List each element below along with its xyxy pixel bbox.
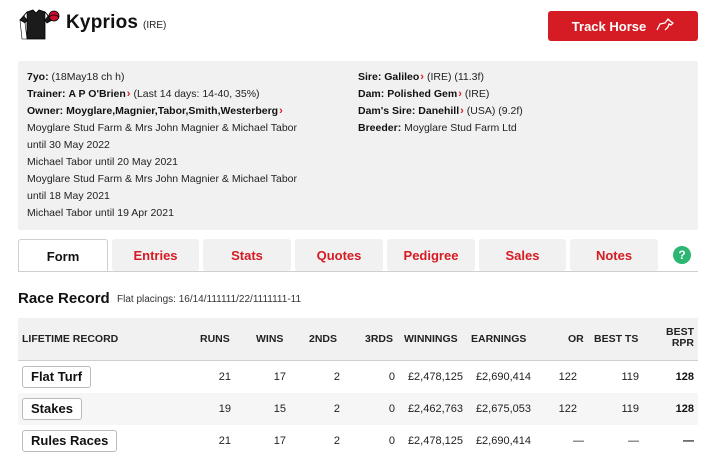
age-line: 7yo: (18May18 ch h)	[27, 71, 125, 83]
table-row: Stakes 19 15 2 0 £2,462,763 £2,675,053 1…	[18, 393, 698, 425]
horse-icon	[656, 17, 674, 35]
owner-history: Moyglare Stud Farm & Mrs John Magnier & …	[27, 173, 297, 185]
or-cell: 122	[558, 403, 577, 415]
damsire-line: Dam's Sire: Danehill› (USA) (9.2f)	[358, 105, 523, 117]
or-cell: —	[573, 435, 584, 447]
table-row: Rules Races 21 17 2 0 £2,478,125 £2,690,…	[18, 425, 698, 457]
col-or: OR	[568, 333, 584, 345]
jockey-silks-icon	[18, 8, 60, 40]
winnings-cell: £2,478,125	[407, 435, 463, 447]
col-best-rpr: BEST RPR	[665, 326, 694, 349]
dam-line: Dam: Polished Gem› (IRE)	[358, 88, 490, 100]
dam-link[interactable]: Polished Gem	[387, 88, 457, 100]
breeder-line: Breeder: Moyglare Stud Farm Ltd	[358, 122, 517, 134]
horse-info-panel: 7yo: (18May18 ch h) Trainer: A P O'Brien…	[18, 61, 698, 230]
earnings-cell: £2,675,053	[475, 403, 531, 415]
seconds-cell: 2	[333, 435, 340, 447]
chevron-right-icon: ›	[126, 88, 131, 100]
horse-name: Kyprios	[66, 12, 139, 33]
tab-sales[interactable]: Sales	[479, 239, 566, 271]
help-icon[interactable]: ?	[673, 246, 691, 264]
owner-history: until 30 May 2022	[27, 139, 110, 151]
tab-stats[interactable]: Stats	[203, 239, 291, 271]
seconds-cell: 2	[333, 403, 340, 415]
wins-cell: 15	[273, 403, 286, 415]
seconds-cell: 2	[333, 371, 340, 383]
horse-country: (IRE)	[143, 20, 167, 31]
best-ts-cell: —	[628, 435, 639, 447]
wins-cell: 17	[273, 371, 286, 383]
owner-history: Michael Tabor until 20 May 2021	[27, 156, 178, 168]
tab-divider	[18, 271, 698, 272]
earnings-cell: £2,690,414	[475, 435, 531, 447]
col-wins: WINS	[256, 333, 284, 345]
or-cell: 122	[558, 371, 577, 383]
col-winnings: WINNINGS	[404, 333, 458, 345]
runs-cell: 19	[218, 403, 231, 415]
table-row: Flat Turf 21 17 2 0 £2,478,125 £2,690,41…	[18, 361, 698, 393]
owner-line: Owner: Moyglare,Magnier,Tabor,Smith,West…	[27, 105, 283, 117]
best-rpr-cell: —	[683, 435, 694, 447]
flat-placings: Flat placings: 16/14/111111/22/1111111-1…	[117, 294, 302, 305]
owner-history: until 18 May 2021	[27, 190, 110, 202]
track-horse-button[interactable]: Track Horse	[548, 11, 698, 41]
damsire-link[interactable]: Danehill	[418, 105, 459, 117]
best-rpr-cell: 128	[675, 403, 694, 415]
sire-link[interactable]: Galileo	[384, 71, 419, 83]
runs-cell: 21	[218, 371, 231, 383]
owner-link[interactable]: Moyglare,Magnier,Tabor,Smith,Westerberg	[66, 105, 278, 117]
tab-pedigree[interactable]: Pedigree	[387, 239, 475, 271]
table-header: LIFETIME RECORD RUNS WINS 2NDS 3RDS WINN…	[18, 318, 698, 361]
thirds-cell: 0	[388, 371, 395, 383]
record-type-button[interactable]: Flat Turf	[22, 366, 92, 388]
col-lifetime-record: LIFETIME RECORD	[22, 333, 119, 345]
best-ts-cell: 119	[621, 403, 639, 415]
winnings-cell: £2,462,763	[407, 403, 463, 415]
owner-history: Michael Tabor until 19 Apr 2021	[27, 207, 174, 219]
col-best-ts: BEST TS	[594, 333, 639, 345]
tab-quotes[interactable]: Quotes	[295, 239, 383, 271]
thirds-cell: 0	[388, 403, 395, 415]
trainer-link[interactable]: A P O'Brien	[68, 88, 125, 100]
best-rpr-cell: 128	[675, 371, 694, 383]
owner-history: Moyglare Stud Farm & Mrs John Magnier & …	[27, 122, 297, 134]
thirds-cell: 0	[388, 435, 395, 447]
col-earnings: EARNINGS	[471, 333, 527, 345]
record-type-button[interactable]: Stakes	[22, 398, 82, 420]
track-horse-label: Track Horse	[571, 18, 647, 34]
runs-cell: 21	[218, 435, 231, 447]
chevron-right-icon: ›	[458, 88, 462, 100]
winnings-cell: £2,478,125	[407, 371, 463, 383]
chevron-right-icon: ›	[420, 71, 424, 83]
earnings-cell: £2,690,414	[475, 371, 531, 383]
race-record-title: Race Record	[18, 290, 110, 307]
record-type-button[interactable]: Rules Races	[22, 430, 118, 452]
tab-notes[interactable]: Notes	[570, 239, 658, 271]
col-2nds: 2NDS	[309, 333, 338, 345]
best-ts-cell: 119	[621, 371, 639, 383]
wins-cell: 17	[273, 435, 286, 447]
sire-line: Sire: Galileo› (IRE) (11.3f)	[358, 71, 484, 83]
tab-entries[interactable]: Entries	[112, 239, 199, 271]
col-3rds: 3RDS	[365, 333, 394, 345]
chevron-right-icon: ›	[279, 105, 283, 117]
tab-form[interactable]: Form	[18, 239, 108, 272]
trainer-line: Trainer: A P O'Brien› (Last 14 days: 14-4…	[27, 88, 260, 100]
col-runs: RUNS	[200, 333, 230, 345]
chevron-right-icon: ›	[460, 105, 464, 117]
